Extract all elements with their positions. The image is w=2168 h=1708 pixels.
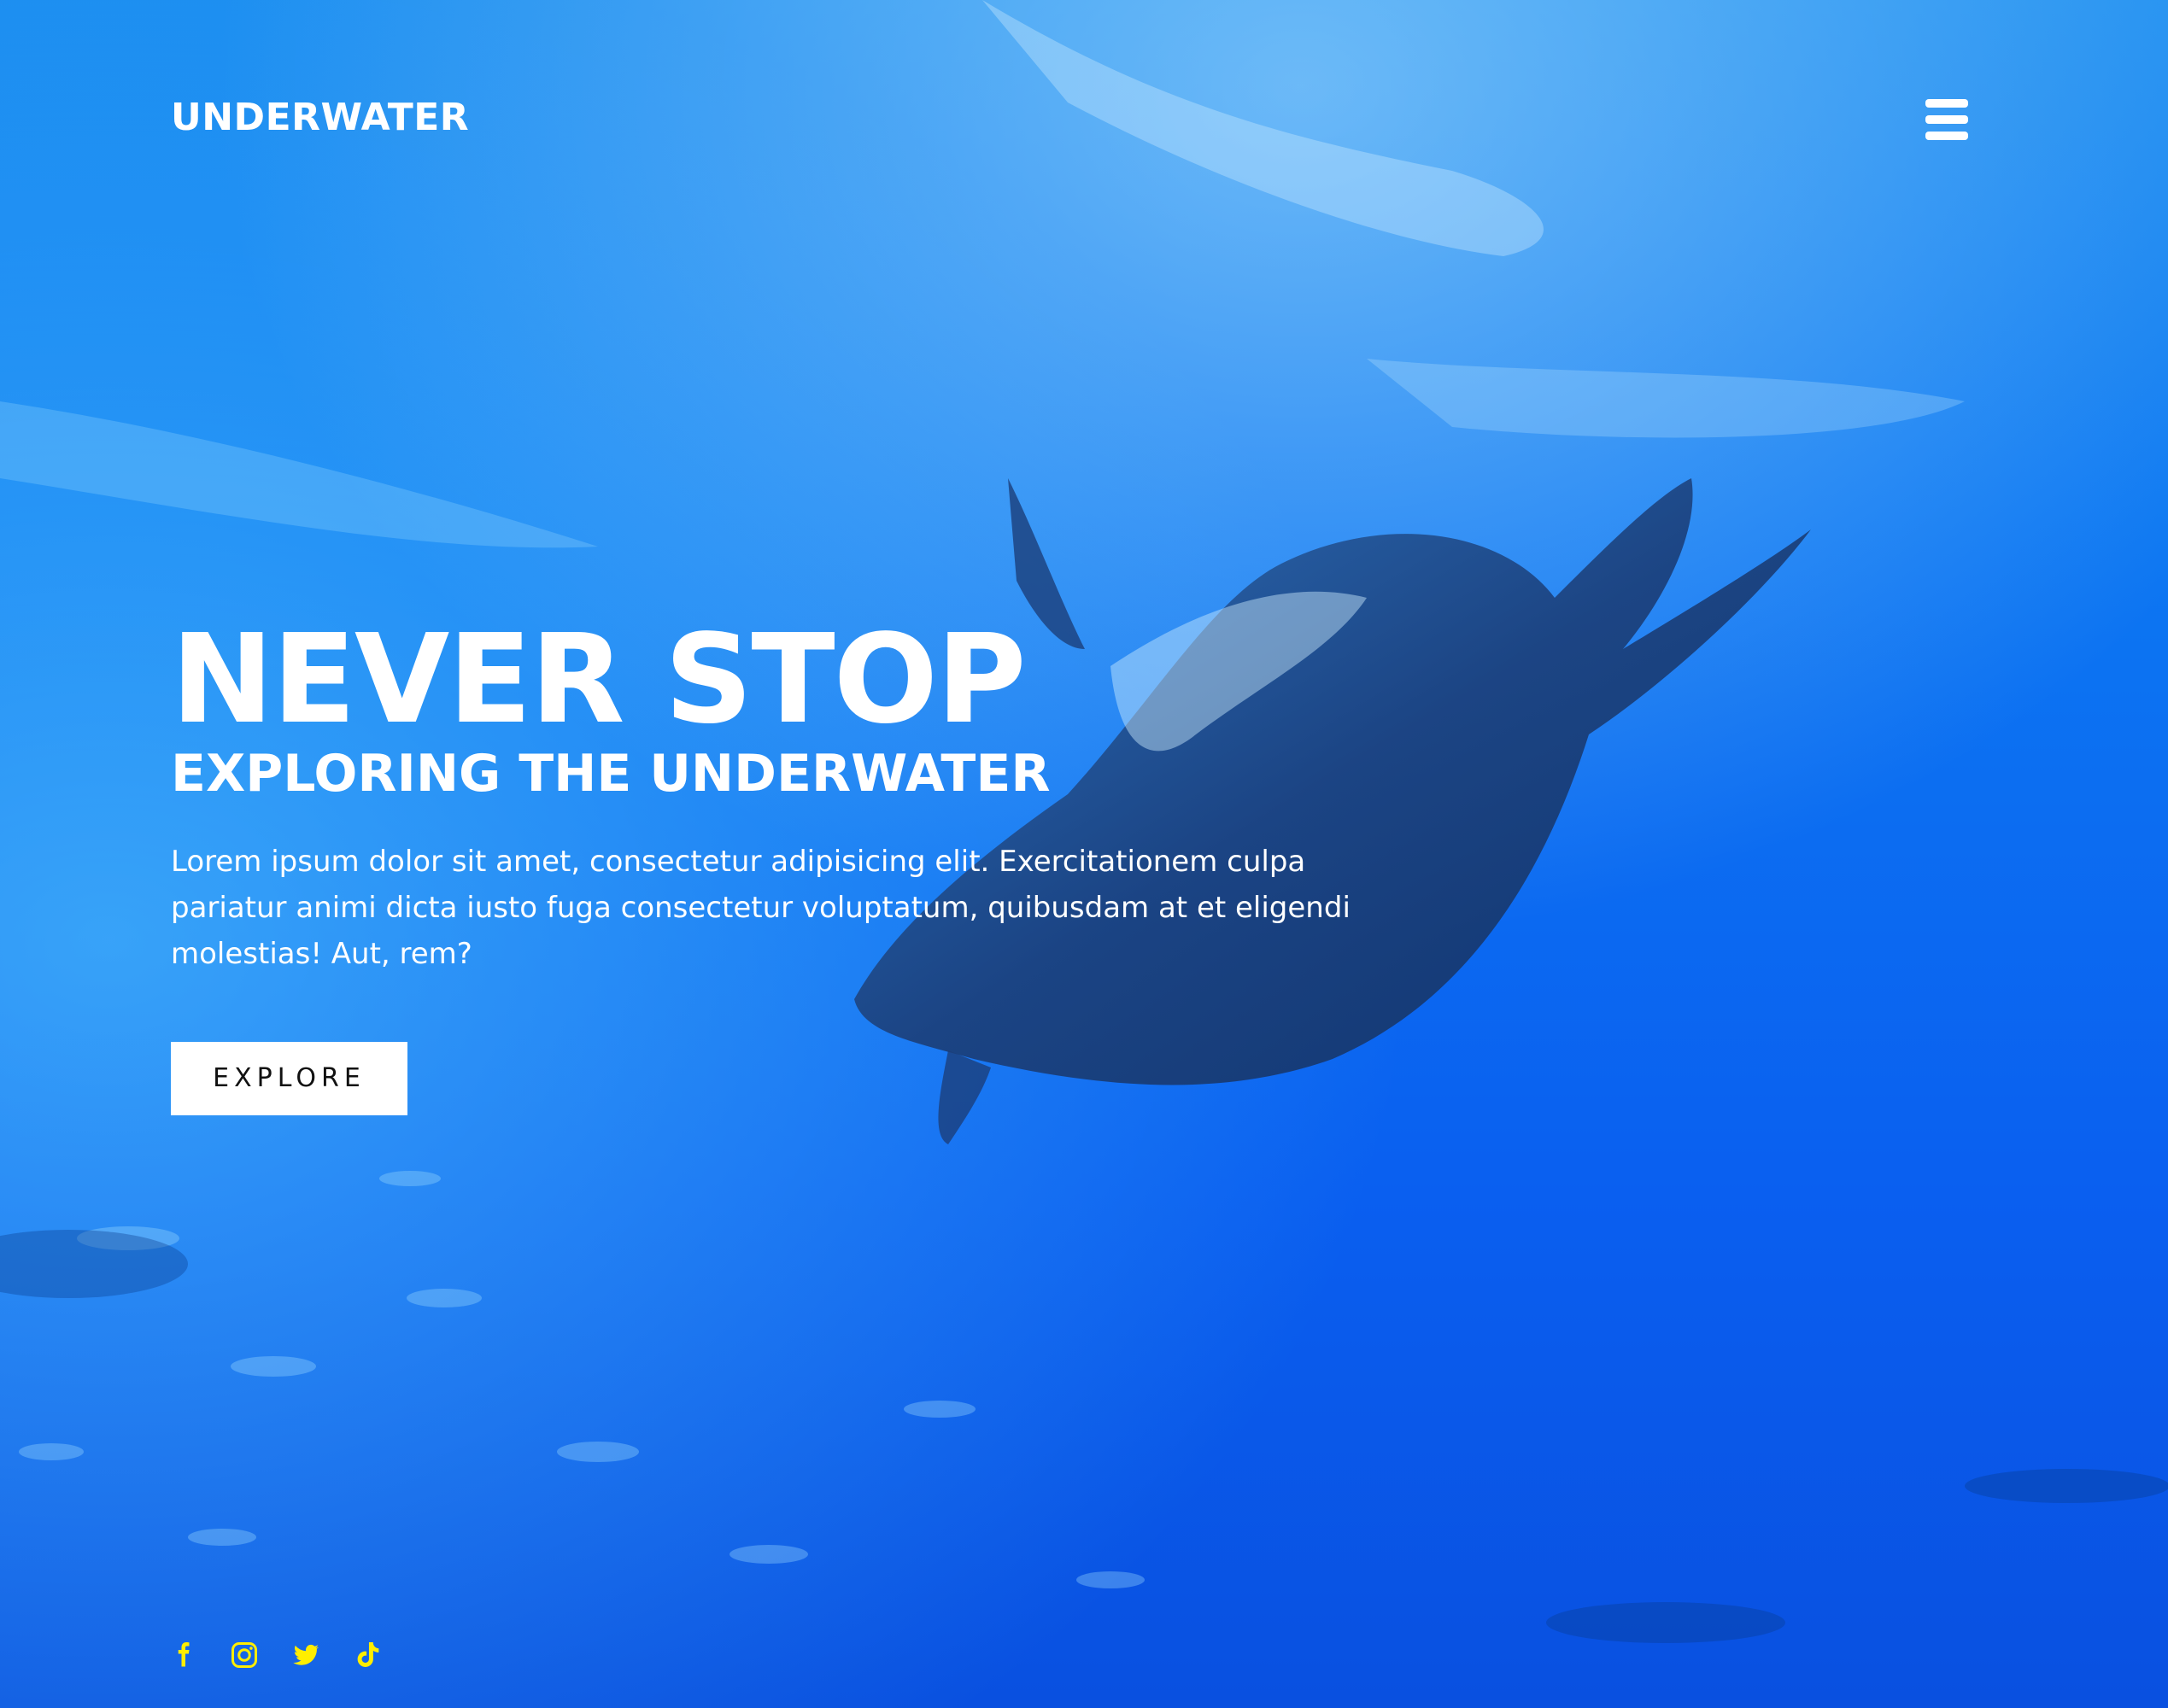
hamburger-menu-icon-bar-1 (1925, 99, 1968, 108)
brand-logo[interactable]: UNDERWATER (171, 96, 469, 139)
facebook-icon[interactable] (167, 1640, 198, 1670)
twitter-icon[interactable] (290, 1640, 321, 1670)
social-links (167, 1638, 383, 1672)
hamburger-menu-icon-bar-3 (1925, 132, 1968, 140)
explore-button[interactable]: EXPLORE (171, 1042, 407, 1115)
hero-page: UNDERWATER NEVER STOP EXPLORING THE UNDE… (0, 0, 2168, 1708)
hero-description: Lorem ipsum dolor sit amet, consectetur … (171, 845, 1351, 971)
hero-content: NEVER STOP EXPLORING THE UNDERWATER Lore… (171, 615, 1384, 1115)
hamburger-menu-button[interactable] (1925, 99, 1968, 140)
hero-title: NEVER STOP (171, 607, 1027, 751)
instagram-icon[interactable] (229, 1640, 260, 1670)
hamburger-menu-icon-bar-2 (1925, 115, 1968, 124)
tiktok-icon[interactable] (352, 1640, 383, 1670)
hero-subtitle: EXPLORING THE UNDERWATER (171, 744, 1051, 804)
